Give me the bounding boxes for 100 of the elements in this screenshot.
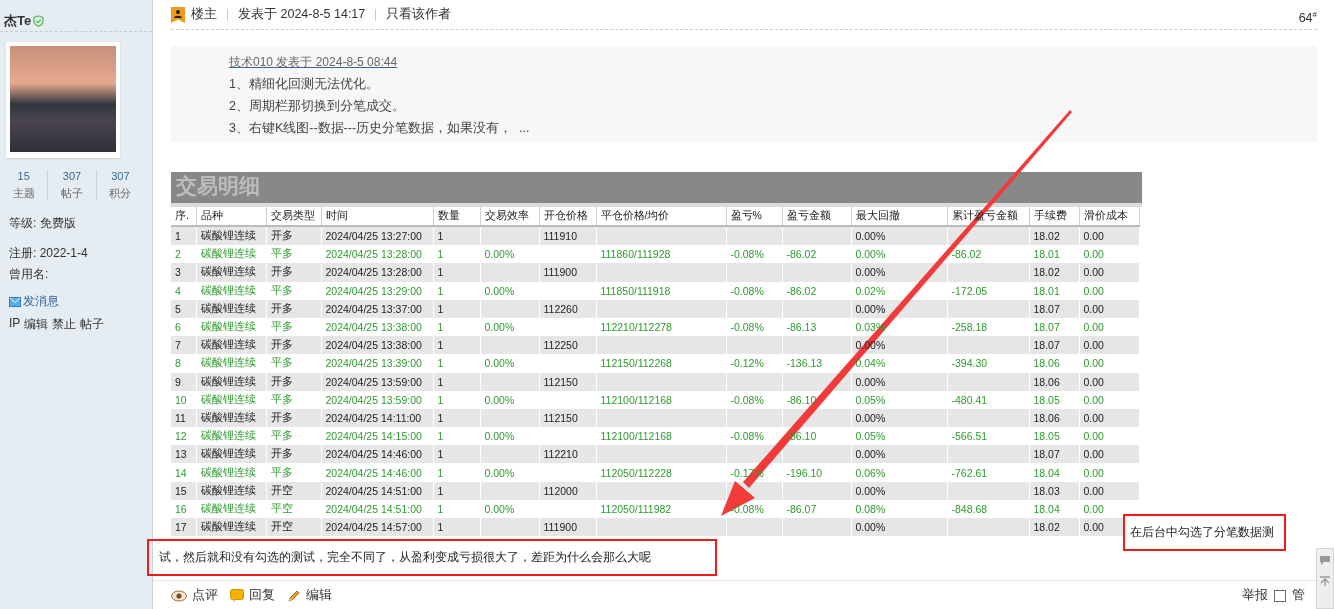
eye-icon: [171, 589, 187, 602]
table-cell: 0.05%: [851, 390, 947, 409]
table-cell: 2024/04/25 14:46:00: [321, 463, 433, 482]
table-cell: 0.02%: [851, 281, 947, 300]
table-cell: 碳酸锂连续: [196, 481, 266, 500]
table-cell: 18.02: [1029, 518, 1079, 537]
speech-bubble-icon: [230, 589, 244, 602]
table-cell: -196.10: [782, 463, 851, 482]
manage-label[interactable]: 管: [1292, 587, 1305, 604]
manage-checkbox[interactable]: [1274, 589, 1286, 602]
table-cell: 18.02: [1029, 263, 1079, 282]
envelope-icon: [9, 296, 21, 307]
table-cell: 开多: [266, 263, 321, 282]
table-cell: 0.00%: [851, 263, 947, 282]
stat-label[interactable]: 主题: [12, 186, 35, 201]
table-cell: 碳酸锂连续: [196, 263, 266, 282]
table-cell: 平多: [266, 354, 321, 373]
table-cell: 1: [433, 481, 480, 500]
username[interactable]: 杰Te: [4, 11, 32, 30]
table-cell: 112150: [539, 372, 596, 391]
post-role: 楼主: [191, 6, 217, 23]
table-cell: 111850/111918: [596, 281, 726, 300]
table-cell: 18.07: [1029, 299, 1079, 318]
table-cell: 3: [171, 263, 196, 282]
table-cell: -86.02: [782, 281, 851, 300]
table-cell: 8: [171, 354, 196, 373]
quote-author-link[interactable]: 技术010 发表于 2024-8-5 08:44: [229, 54, 398, 71]
admin-link[interactable]: 帖子: [80, 316, 105, 333]
send-message-link[interactable]: 发消息: [23, 293, 59, 310]
table-cell: 18.06: [1029, 372, 1079, 391]
table-cell: 0.00%: [480, 390, 539, 409]
table-cell: 111900: [539, 263, 596, 282]
stat-label[interactable]: 帖子: [61, 186, 83, 201]
table-cell: 碳酸锂连续: [196, 354, 266, 373]
table-cell: 0.00: [1079, 263, 1139, 282]
table-cell: 112150/112268: [596, 354, 726, 373]
table-cell: 2024/04/25 13:37:00: [321, 299, 433, 318]
admin-link[interactable]: IP: [9, 316, 21, 333]
table-cell: 碳酸锂连续: [196, 518, 266, 537]
author-only-link[interactable]: 只看该作者: [386, 6, 452, 23]
admin-link[interactable]: 禁止: [52, 316, 77, 333]
table-cell: 18.01: [1029, 281, 1079, 300]
table-cell: -136.13: [782, 354, 851, 373]
table-cell: 0.00: [1079, 390, 1139, 409]
reply-button[interactable]: 回复: [230, 587, 275, 604]
table-cell: 0.00%: [851, 481, 947, 500]
table-cell: 2024/04/25 14:57:00: [321, 518, 433, 537]
avatar-frame[interactable]: [6, 42, 120, 158]
table-cell: 2024/04/25 13:59:00: [321, 372, 433, 391]
profile-info: 等级: 免费版: [9, 215, 77, 232]
table-cell: 碳酸锂连续: [196, 372, 266, 391]
quote-line: 1、精细化回测无法优化。: [229, 76, 380, 93]
table-cell: 碳酸锂连续: [196, 281, 266, 300]
table-cell: 平多: [266, 463, 321, 482]
table-cell: 碳酸锂连续: [196, 390, 266, 409]
stat-count[interactable]: 307: [62, 170, 82, 182]
edit-button[interactable]: 编辑: [287, 587, 332, 604]
quote-line: 2、周期栏那切换到分笔成交。: [229, 98, 406, 115]
table-cell: 2024/04/25 13:39:00: [321, 354, 433, 373]
report-link[interactable]: 举报: [1242, 587, 1268, 604]
table-cell: -0.08%: [726, 281, 782, 300]
table-cell: 112100/112168: [596, 390, 726, 409]
table-cell: 开多: [266, 299, 321, 318]
table-cell: 112260: [539, 299, 596, 318]
table-cell: 18.05: [1029, 390, 1079, 409]
table-cell: 2024/04/25 13:28:00: [321, 263, 433, 282]
table-cell: -394.30: [947, 354, 1029, 373]
table-cell: 0.00%: [851, 372, 947, 391]
table-cell: 碳酸锂连续: [196, 299, 266, 318]
table-cell: 18.06: [1029, 354, 1079, 373]
table-cell: 0.00%: [480, 354, 539, 373]
table-cell: 14: [171, 463, 196, 482]
table-cell: 0.00%: [851, 518, 947, 537]
table-cell: 0.00: [1079, 299, 1139, 318]
table-cell: 1: [433, 463, 480, 482]
verified-shield-icon: [33, 14, 45, 27]
rate-button[interactable]: 点评: [171, 587, 218, 604]
quote-line: 3、右键K线图--数据---历史分笔数据，如果没有， ...: [229, 120, 531, 137]
table-cell: 平多: [266, 281, 321, 300]
annotated-text: 试，然后就和没有勾选的测试，完全不同了，从盈利变成亏损很大了，差距为什么会那么大呢: [147, 539, 717, 577]
table-cell: 111900: [539, 518, 596, 537]
table-cell: 0.00%: [480, 463, 539, 482]
table-cell: 9: [171, 372, 196, 391]
stat-count[interactable]: 15: [17, 170, 30, 182]
table-cell: 0.00: [1079, 372, 1139, 391]
stat-count[interactable]: 307: [111, 170, 130, 182]
table-cell: 碳酸锂连续: [196, 463, 266, 482]
table-cell: 18.04: [1029, 463, 1079, 482]
annotated-text: 在后台中勾选了分笔数据测: [1123, 514, 1286, 551]
table-cell: -480.41: [947, 390, 1029, 409]
admin-link[interactable]: 编辑: [24, 316, 49, 333]
table-cell: 0.06%: [851, 463, 947, 482]
table-cell: 2024/04/25 14:51:00: [321, 481, 433, 500]
table-cell: 1: [433, 518, 480, 537]
table-cell: 1: [433, 372, 480, 391]
table-cell: 112000: [539, 481, 596, 500]
stat-label[interactable]: 积分: [109, 186, 132, 201]
floor-number[interactable]: 64$^{#}$: [1298, 9, 1317, 26]
table-cell: 0.00: [1079, 481, 1139, 500]
table-cell: 1: [433, 299, 480, 318]
